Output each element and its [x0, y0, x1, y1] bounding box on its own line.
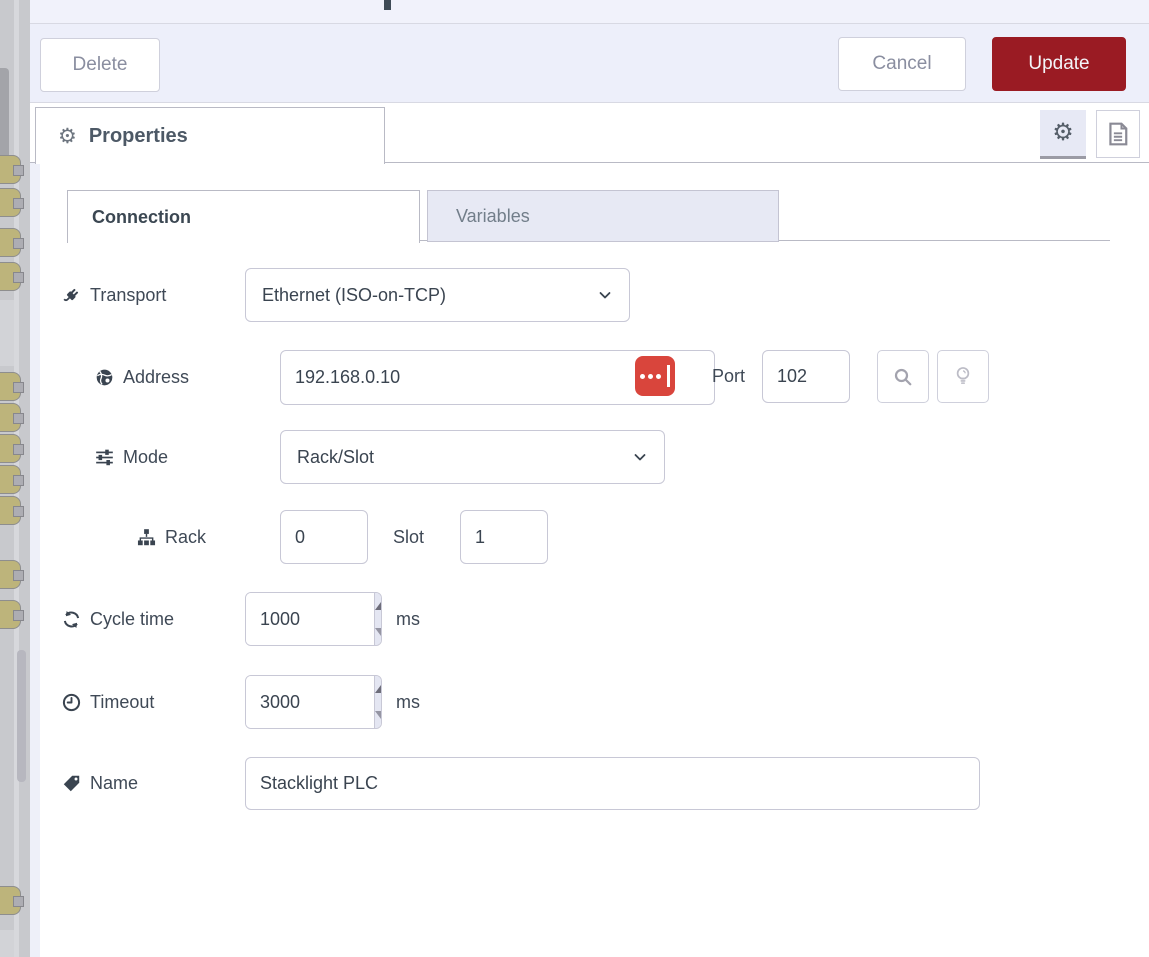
spin-down-button[interactable]: [375, 619, 382, 645]
spinner: [374, 593, 382, 645]
workspace-node-fragment: [0, 496, 21, 525]
cycle-time-input[interactable]: [246, 593, 374, 645]
workspace-node-fragment: [0, 403, 21, 432]
gear-icon: ⚙: [1052, 121, 1074, 145]
divider: [30, 102, 1149, 103]
port-input[interactable]: [762, 350, 850, 403]
chevron-down-icon: [632, 449, 648, 465]
plug-icon: [62, 286, 81, 305]
name-label: Name: [62, 757, 138, 810]
refresh-icon: [62, 610, 81, 629]
workspace-node-fragment: [0, 434, 21, 463]
doc-icon: [1107, 121, 1129, 147]
connection-tab-label: Connection: [92, 207, 191, 228]
cycle-time-stepper: [245, 592, 382, 646]
workspace-node-fragment: [0, 228, 21, 257]
workspace-node-fragment: [0, 68, 9, 163]
cancel-button[interactable]: Cancel: [838, 37, 966, 91]
workspace-node-fragment: [0, 262, 21, 291]
mode-value: Rack/Slot: [297, 447, 374, 468]
workspace-node-fragment: [0, 465, 21, 494]
slot-input[interactable]: [460, 510, 548, 564]
rack-input[interactable]: [280, 510, 368, 564]
sliders-icon: [95, 448, 114, 467]
spinner: [374, 676, 382, 728]
password-manager-icon[interactable]: [635, 356, 675, 396]
workspace-node-fragment: [0, 886, 21, 915]
properties-tab-label: Properties: [89, 125, 188, 148]
spin-up-button[interactable]: [375, 593, 382, 619]
timeout-unit: ms: [396, 675, 420, 729]
address-label: Address: [95, 350, 189, 404]
edit-node-dialog: Delete Cancel Update ⚙ Properties ⚙ Conn…: [0, 0, 1149, 957]
hint-button[interactable]: [937, 350, 989, 403]
variables-tab-label: Variables: [456, 206, 530, 227]
lightbulb-icon: [954, 366, 972, 388]
name-input[interactable]: [245, 757, 980, 810]
dialog-header-strip: [30, 0, 1149, 23]
globe-icon: [95, 368, 114, 387]
mode-select[interactable]: Rack/Slot: [280, 430, 665, 484]
search-icon: [893, 367, 913, 387]
spin-down-button[interactable]: [375, 702, 382, 728]
search-button[interactable]: [877, 350, 929, 403]
chevron-down-icon: [597, 287, 613, 303]
node-description-button[interactable]: [1096, 110, 1140, 158]
workspace-node-fragment: [0, 188, 21, 217]
port-label: Port: [712, 350, 745, 403]
delete-button[interactable]: Delete: [40, 38, 160, 92]
spin-up-button[interactable]: [375, 676, 382, 702]
dialog-edge: [30, 163, 40, 957]
dialog-title-fragment: [384, 0, 391, 10]
cycle-time-label: Cycle time: [62, 592, 174, 646]
workspace-node-fragment: [0, 560, 21, 589]
workspace-gap: [0, 930, 14, 957]
transport-value: Ethernet (ISO-on-TCP): [262, 285, 446, 306]
cycle-time-unit: ms: [396, 592, 420, 646]
edit-properties-button[interactable]: ⚙: [1040, 110, 1086, 159]
workspace-scrollbar-thumb[interactable]: [17, 650, 26, 782]
workspace-node-fragment: [0, 372, 21, 401]
timeout-input[interactable]: [246, 676, 374, 728]
arrow-up-icon: [375, 602, 382, 610]
rack-label: Rack: [137, 510, 206, 564]
mode-label: Mode: [95, 430, 168, 484]
dialog-button-bar: [30, 24, 1149, 102]
workspace-gap: [0, 300, 14, 366]
arrow-up-icon: [375, 685, 382, 693]
update-button[interactable]: Update: [992, 37, 1126, 91]
arrow-down-icon: [375, 628, 382, 636]
gear-icon: ⚙: [58, 126, 77, 147]
timeout-stepper: [245, 675, 382, 729]
workspace-node-fragment: [0, 155, 21, 184]
slot-label: Slot: [393, 510, 424, 564]
timeout-label: Timeout: [62, 675, 154, 729]
workspace-strip: [0, 0, 30, 957]
tab-variables[interactable]: Variables: [427, 190, 779, 242]
tab-connection[interactable]: Connection: [67, 190, 420, 243]
transport-select[interactable]: Ethernet (ISO-on-TCP): [245, 268, 630, 322]
workspace-node-fragment: [0, 600, 21, 629]
clock-icon: [62, 693, 81, 712]
transport-label: Transport: [62, 268, 166, 322]
tab-properties[interactable]: ⚙ Properties: [35, 107, 385, 164]
tag-icon: [62, 774, 81, 793]
arrow-down-icon: [375, 711, 382, 719]
sitemap-icon: [137, 528, 156, 547]
